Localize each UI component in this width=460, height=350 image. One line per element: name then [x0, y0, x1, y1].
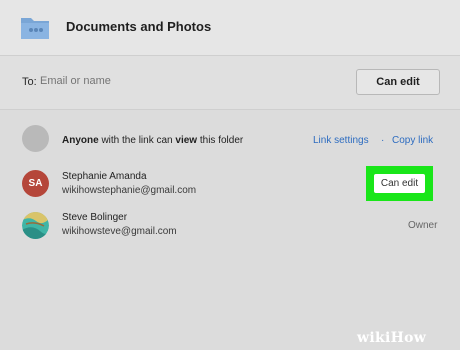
member-email: wikihowstephanie@gmail.com: [62, 185, 197, 196]
link-separator: ·: [381, 135, 385, 146]
link-access-who: Anyone: [62, 135, 99, 146]
permission-dropdown-button[interactable]: Can edit: [356, 69, 440, 95]
member-email: wikihowsteve@gmail.com: [62, 226, 177, 237]
dialog-title: Documents and Photos: [66, 19, 212, 34]
link-settings-link[interactable]: Link settings: [313, 135, 369, 146]
copy-link-link[interactable]: Copy link: [392, 135, 433, 146]
avatar-stephanie: SA: [22, 170, 49, 197]
email-or-name-input[interactable]: [40, 75, 260, 87]
watermark-logo: wikiHow: [357, 330, 427, 346]
to-label: To:: [22, 76, 37, 88]
member-name: Steve Bolinger: [62, 212, 128, 223]
link-access-permission: view: [175, 135, 198, 146]
shared-folder-icon: [21, 18, 49, 39]
avatar-steve: [22, 212, 49, 239]
link-access-suffix: this folder: [197, 135, 244, 146]
link-access-middle: with the link can: [98, 135, 176, 146]
member-role-dropdown[interactable]: Can edit: [374, 174, 425, 193]
link-access-text: Anyone with the link can view this folde…: [62, 135, 243, 146]
link-avatar: [22, 125, 49, 152]
member-role-owner: Owner: [408, 220, 438, 231]
dialog-header: Documents and Photos: [0, 0, 460, 56]
member-name: Stephanie Amanda: [62, 171, 147, 182]
